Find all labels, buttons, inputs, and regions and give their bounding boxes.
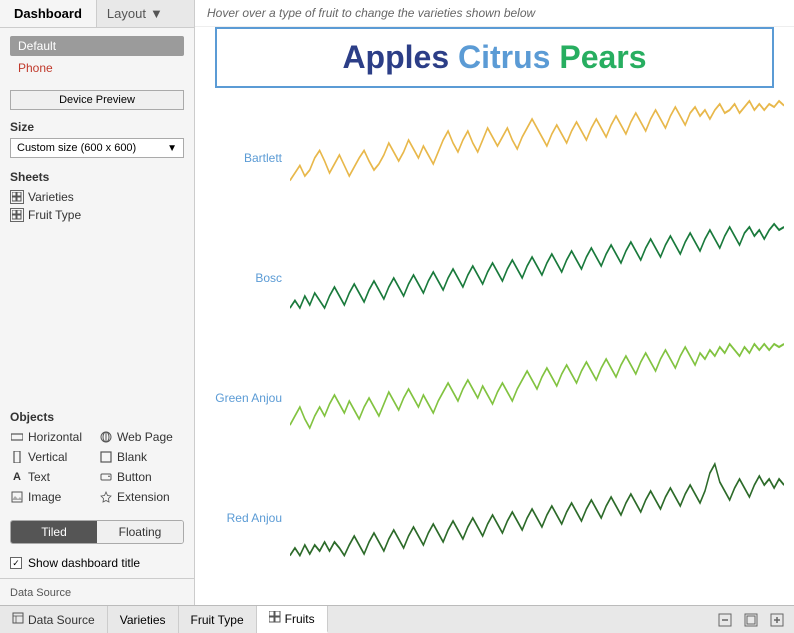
horizontal-label: Horizontal [28,430,82,444]
red-anjou-chart [290,458,784,578]
sheets-section: Sheets Varieties Fruit Type [0,164,194,230]
chart-hint: Hover over a type of fruit to change the… [195,0,794,27]
size-arrow-icon: ▼ [167,143,177,154]
fruit-type-label: Fruit Type [28,208,81,222]
device-preview-button[interactable]: Device Preview [10,90,184,110]
phone-item[interactable]: Phone [10,58,184,78]
blank-label: Blank [117,450,147,464]
size-label: Size [10,120,184,134]
zoom-fit-button[interactable] [740,609,762,631]
objects-label: Objects [10,410,184,424]
varieties-tab-label: Varieties [120,613,166,627]
zoom-in-button[interactable] [766,609,788,631]
size-select[interactable]: Custom size (600 x 600) ▼ [10,138,184,158]
sheet-item-varieties[interactable]: Varieties [10,188,184,206]
main-area: Dashboard Layout ▼ Default Phone Device … [0,0,794,605]
fruit-type-tab-label: Fruit Type [191,613,244,627]
fruits-tab-label: Fruits [285,612,315,626]
chart-row-green-anjou: Green Anjou [205,338,784,458]
datasource-label: Data Source [28,613,95,627]
blank-icon [99,450,113,464]
object-extension[interactable]: Extension [99,488,184,506]
chart-row-bosc: Bosc [205,218,784,338]
tab-dashboard[interactable]: Dashboard [0,0,97,27]
varieties-label: Varieties [28,190,74,204]
tab-layout[interactable]: Layout ▼ [97,0,173,27]
size-value: Custom size (600 x 600) [17,142,136,154]
chart-rows: Bartlett Bosc Green Anjou [195,98,794,578]
chart-title-box: Apples Citrus Pears [215,27,774,88]
sidebar: Dashboard Layout ▼ Default Phone Device … [0,0,195,605]
button-icon [99,470,113,484]
sidebar-tab-bar: Dashboard Layout ▼ [0,0,194,28]
tiled-button[interactable]: Tiled [11,521,97,543]
webpage-icon [99,430,113,444]
bosc-chart [290,218,784,338]
image-icon [10,490,24,504]
bartlett-chart [290,98,784,218]
object-button[interactable]: Button [99,468,184,486]
bottom-bar: Data Source Varieties Fruit Type Fruits [0,605,794,633]
object-image[interactable]: Image [10,488,95,506]
image-label: Image [28,490,61,504]
green-anjou-chart [290,338,784,458]
object-webpage[interactable]: Web Page [99,428,184,446]
bottom-tab-varieties[interactable]: Varieties [108,606,179,633]
data-source-section: Data Source [0,578,194,605]
size-section: Size Custom size (600 x 600) ▼ [0,114,194,164]
floating-button[interactable]: Floating [97,521,183,543]
webpage-label: Web Page [117,430,173,444]
zoom-out-button[interactable] [714,609,736,631]
varieties-icon [10,190,24,204]
button-label: Button [117,470,152,484]
datasource-icon [12,612,24,627]
vertical-icon [10,450,24,464]
title-pears-text: Pears [559,39,646,75]
tiled-floating-toggle: Tiled Floating [10,520,184,544]
bottom-tab-fruit-type[interactable]: Fruit Type [179,606,257,633]
chart-row-bartlett: Bartlett [205,98,784,218]
chart-row-red-anjou: Red Anjou [205,458,784,578]
objects-grid: Horizontal Web Page Vertical [10,428,184,506]
extension-icon [99,490,113,504]
text-object-icon: A [10,470,24,484]
sheet-item-fruit-type[interactable]: Fruit Type [10,206,184,224]
bottom-tab-fruits[interactable]: Fruits [257,606,328,633]
text-label: Text [28,470,50,484]
object-vertical[interactable]: Vertical [10,448,95,466]
layout-arrow-icon: ▼ [150,6,163,21]
object-blank[interactable]: Blank [99,448,184,466]
object-horizontal[interactable]: Horizontal [10,428,95,446]
sheets-label: Sheets [10,170,184,184]
title-apples: Apples [342,39,449,75]
device-section: Default Phone [0,28,194,86]
title-citrus: Citrus [458,39,550,75]
show-title-row[interactable]: ✓ Show dashboard title [0,552,194,574]
tab-layout-label: Layout [107,6,146,21]
show-title-label: Show dashboard title [28,556,140,570]
red-anjou-label: Red Anjou [205,511,290,525]
vertical-label: Vertical [28,450,67,464]
bottom-actions [708,609,794,631]
fruits-tab-icon [269,611,281,626]
data-source-label: Data Source [10,587,71,599]
object-text[interactable]: A Text [10,468,95,486]
bosc-label: Bosc [205,271,290,285]
extension-label: Extension [117,490,170,504]
default-item[interactable]: Default [10,36,184,56]
show-title-checkbox[interactable]: ✓ [10,557,22,569]
bartlett-label: Bartlett [205,151,290,165]
horizontal-icon [10,430,24,444]
green-anjou-label: Green Anjou [205,391,290,405]
content-area: Hover over a type of fruit to change the… [195,0,794,605]
fruit-type-icon [10,208,24,222]
bottom-tab-datasource[interactable]: Data Source [0,606,108,633]
objects-section: Objects Horizontal Web Page [0,404,194,512]
chart-title: Apples Citrus Pears [342,39,646,75]
